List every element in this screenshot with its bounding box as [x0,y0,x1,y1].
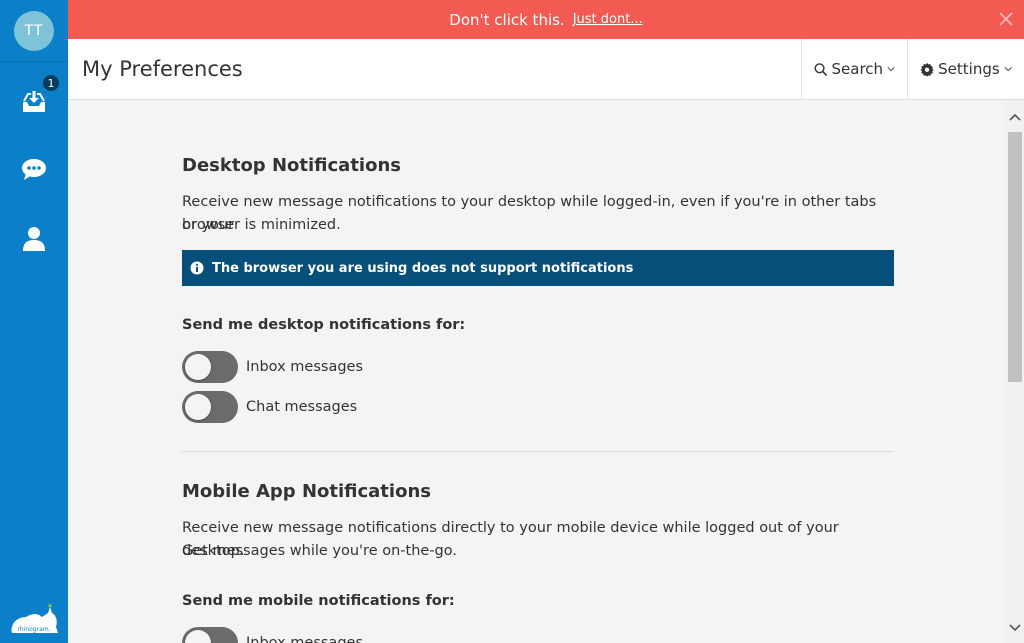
chevron-down-icon [1004,66,1012,72]
sidebar-item-inbox[interactable]: 1 [0,73,68,122]
banner-link[interactable]: Just dont... [573,12,643,27]
svg-text:rhinogram.: rhinogram. [17,626,50,633]
scroll-up-arrow[interactable] [1006,110,1024,124]
toggle-label: Chat messages [246,399,358,415]
desktop-chat-toggle[interactable] [182,391,238,423]
toggle-label: Inbox messages [246,359,364,375]
close-icon[interactable] [998,11,1014,27]
toggle-knob [185,394,211,420]
avatar[interactable]: TT [14,10,54,51]
scroll-down-arrow[interactable] [1006,621,1024,635]
toggle-knob [185,354,211,380]
info-icon [190,261,204,275]
search-label: Search [831,60,884,78]
inbox-download-icon [23,91,45,112]
user-icon [23,227,45,251]
desktop-send-label: Send me desktop notifications for: [182,317,466,333]
search-icon [814,62,828,76]
mobile-toggle-inbox-row: Inbox messages [182,627,363,643]
alert-banner: Don't click this. Just dont... [68,0,1024,39]
sidebar-item-chat[interactable] [0,150,68,190]
desktop-inbox-toggle[interactable] [182,351,238,383]
desktop-toggle-inbox-row: Inbox messages [182,351,363,383]
mobile-description-line2: Get messages while you're on-the-go. [182,543,457,559]
preferences-content: Desktop Notifications Receive new messag… [68,100,1006,643]
chevron-up-icon [1009,113,1021,121]
sidebar-item-contacts[interactable] [0,219,68,259]
page-header: My Preferences Search Settings [68,38,1024,100]
search-button[interactable]: Search [801,38,907,100]
settings-button[interactable]: Settings [907,38,1024,100]
chat-bubble-icon [22,159,46,180]
page-title: My Preferences [82,57,243,81]
toggle-label: Inbox messages [246,635,364,643]
desktop-description-line2: browser is minimized. [182,217,341,233]
mobile-section-title: Mobile App Notifications [182,481,431,502]
toggle-knob [185,630,211,643]
gear-icon [920,62,934,77]
vertical-scrollbar[interactable] [1006,100,1024,643]
unsupported-notice: The browser you are using does not suppo… [182,250,894,286]
rhinogram-logo: rhinogram. [11,603,58,633]
avatar-area: TT [0,0,68,62]
chevron-down-icon [887,67,895,72]
notice-text: The browser you are using does not suppo… [212,260,634,276]
desktop-toggle-chat-row: Chat messages [182,391,357,423]
inbox-badge: 1 [41,73,61,93]
chevron-down-icon [1009,624,1021,632]
section-divider [182,451,894,452]
desktop-section-title: Desktop Notifications [182,155,401,176]
settings-label: Settings [938,60,1000,78]
mobile-send-label: Send me mobile notifications for: [182,593,455,609]
sidebar: TT 1 rhinogram. [0,0,68,643]
scrollbar-thumb[interactable] [1008,132,1022,382]
mobile-inbox-toggle[interactable] [182,627,238,643]
banner-message: Don't click this. [449,10,565,29]
